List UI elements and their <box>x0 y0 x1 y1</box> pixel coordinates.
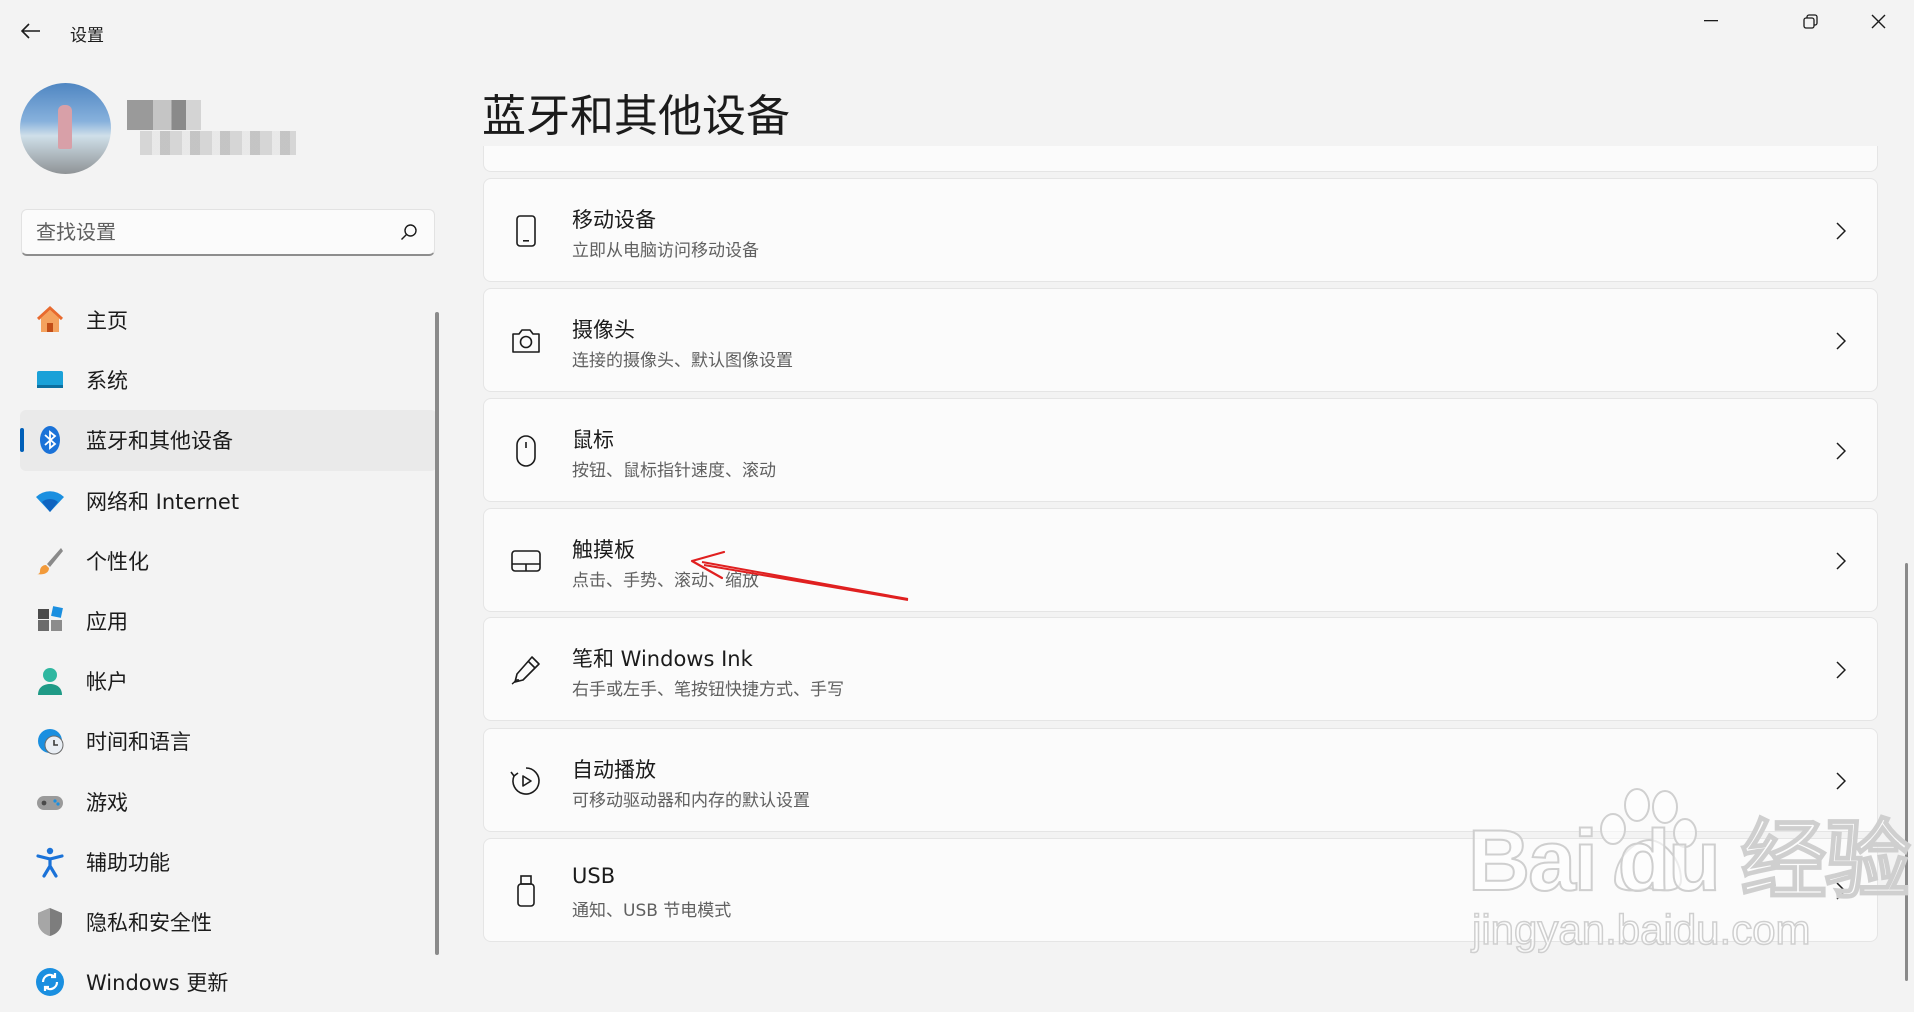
card-partial <box>483 146 1878 172</box>
app-title: 设置 <box>70 26 104 46</box>
main-scrollbar[interactable] <box>1905 563 1908 981</box>
chevron-right-icon <box>1831 549 1851 573</box>
sidebar-item-network[interactable]: 网络和 Internet <box>20 471 437 531</box>
sidebar-item-time-language[interactable]: 时间和语言 <box>20 711 437 771</box>
update-icon <box>34 966 66 998</box>
mouse-icon <box>506 431 546 471</box>
page-title: 蓝牙和其他设备 <box>482 91 790 142</box>
card-subtitle: 可移动驱动器和内存的默认设置 <box>572 791 810 811</box>
sidebar-item-accounts[interactable]: 帐户 <box>20 651 437 711</box>
sidebar-item-label: 辅助功能 <box>86 850 170 875</box>
search-box[interactable] <box>21 209 435 256</box>
restore-button[interactable] <box>1782 2 1838 40</box>
home-icon <box>34 304 66 336</box>
system-icon <box>34 364 66 396</box>
card-title: 触摸板 <box>572 538 635 562</box>
card-subtitle: 点击、手势、滚动、缩放 <box>572 571 759 591</box>
sidebar-item-apps[interactable]: 应用 <box>20 591 437 651</box>
card-title: 自动播放 <box>572 758 656 782</box>
restore-icon <box>1802 13 1818 29</box>
close-icon <box>1871 14 1885 28</box>
wifi-icon <box>34 485 66 517</box>
card-subtitle: 立即从电脑访问移动设备 <box>572 241 759 261</box>
pen-icon <box>506 650 546 690</box>
card-title: USB <box>572 864 616 888</box>
sidebar-item-windows-update[interactable]: Windows 更新 <box>20 952 437 1012</box>
usb-icon <box>506 871 546 911</box>
chevron-right-icon <box>1831 219 1851 243</box>
sidebar-item-bluetooth[interactable]: 蓝牙和其他设备 <box>20 410 437 471</box>
sidebar-item-label: 帐户 <box>86 670 128 695</box>
bluetooth-icon <box>34 424 66 456</box>
card-subtitle: 按钮、鼠标指针速度、滚动 <box>572 461 776 481</box>
sidebar-item-home[interactable]: 主页 <box>20 290 437 350</box>
time-language-icon <box>34 725 66 757</box>
phone-icon <box>506 211 546 251</box>
sidebar-item-label: Windows 更新 <box>86 971 229 996</box>
card-subtitle: 通知、USB 节电模式 <box>572 901 732 921</box>
minimize-button[interactable] <box>1683 2 1739 40</box>
avatar-figure <box>58 105 72 149</box>
selection-indicator <box>20 428 24 453</box>
card-subtitle: 连接的摄像头、默认图像设置 <box>572 351 793 371</box>
accessibility-icon <box>34 846 66 878</box>
user-email-blurred <box>140 131 296 155</box>
sidebar-item-label: 系统 <box>86 369 128 394</box>
card-title: 笔和 Windows Ink <box>572 647 753 671</box>
watermark-brand: Bai du 经验 <box>1467 812 1912 910</box>
card-title: 摄像头 <box>572 318 635 342</box>
setting-card-touchpad[interactable]: 触摸板 点击、手势、滚动、缩放 <box>483 508 1878 612</box>
camera-icon <box>506 321 546 361</box>
sidebar-nav: 主页 系统 蓝牙和其他设备 网络和 Internet 个性化 应用 帐户 时间和… <box>20 290 437 1012</box>
sidebar-item-accessibility[interactable]: 辅助功能 <box>20 832 437 892</box>
sidebar-item-system[interactable]: 系统 <box>20 350 437 410</box>
sidebar-item-privacy[interactable]: 隐私和安全性 <box>20 892 437 952</box>
account-icon <box>34 665 66 697</box>
search-input[interactable] <box>36 210 376 253</box>
sidebar-item-label: 隐私和安全性 <box>86 910 212 935</box>
touchpad-icon <box>506 541 546 581</box>
avatar[interactable] <box>20 83 111 174</box>
sidebar-item-label: 应用 <box>86 610 128 635</box>
card-title: 鼠标 <box>572 428 614 452</box>
chevron-right-icon <box>1831 658 1851 682</box>
setting-card-mouse[interactable]: 鼠标 按钮、鼠标指针速度、滚动 <box>483 398 1878 502</box>
chevron-right-icon <box>1831 439 1851 463</box>
close-button[interactable] <box>1850 2 1906 40</box>
card-title: 移动设备 <box>572 208 656 232</box>
setting-card-camera[interactable]: 摄像头 连接的摄像头、默认图像设置 <box>483 288 1878 392</box>
search-icon[interactable] <box>400 223 418 241</box>
back-arrow-icon <box>21 23 40 39</box>
sidebar-item-label: 蓝牙和其他设备 <box>86 429 233 454</box>
apps-icon <box>34 605 66 637</box>
autoplay-icon <box>506 761 546 801</box>
shield-icon <box>34 906 66 938</box>
watermark-url: jingyan.baidu.com <box>1471 905 1811 954</box>
sidebar-item-label: 个性化 <box>86 549 149 574</box>
user-name-blurred <box>127 100 201 130</box>
sidebar-item-personalization[interactable]: 个性化 <box>20 531 437 591</box>
setting-card-mobile-devices[interactable]: 移动设备 立即从电脑访问移动设备 <box>483 178 1878 282</box>
sidebar-item-label: 网络和 Internet <box>86 489 240 514</box>
brush-icon <box>34 545 66 577</box>
chevron-right-icon <box>1831 329 1851 353</box>
gaming-icon <box>34 786 66 818</box>
sidebar-item-gaming[interactable]: 游戏 <box>20 772 437 832</box>
title-bar: 设置 <box>0 0 1914 64</box>
sidebar-item-label: 游戏 <box>86 790 128 815</box>
sidebar-item-label: 时间和语言 <box>86 730 191 755</box>
sidebar-item-label: 主页 <box>86 309 128 334</box>
sidebar-scrollbar[interactable] <box>435 312 439 955</box>
card-subtitle: 右手或左手、笔按钮快捷方式、手写 <box>572 680 844 700</box>
minimize-icon <box>1704 20 1718 22</box>
setting-card-pen-ink[interactable]: 笔和 Windows Ink 右手或左手、笔按钮快捷方式、手写 <box>483 617 1878 721</box>
back-button[interactable] <box>18 18 44 44</box>
